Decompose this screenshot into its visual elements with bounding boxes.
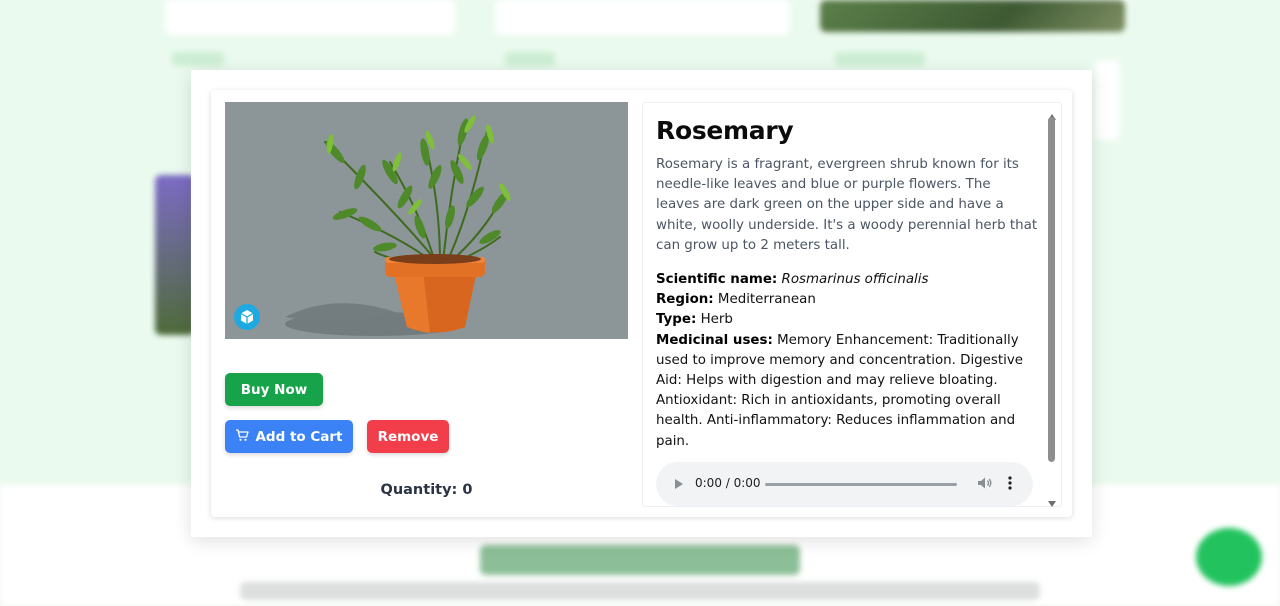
bg-card xyxy=(1095,60,1120,140)
scientific-name-value: Rosmarinus officinalis xyxy=(781,272,929,288)
audio-time: 0:00 / 0:00 xyxy=(695,476,761,490)
type-value: Herb xyxy=(700,312,733,328)
scientific-name-label: Scientific name: xyxy=(656,272,778,288)
3d-viewer-icon[interactable] xyxy=(234,304,260,330)
bg-card xyxy=(495,0,790,35)
buy-now-label: Buy Now xyxy=(240,381,308,398)
medicinal-uses-value: Memory Enhancement: Traditionally used t… xyxy=(656,332,1024,449)
bg-strip xyxy=(835,52,925,66)
cart-icon xyxy=(235,428,250,446)
audio-player[interactable]: 0:00 / 0:00 xyxy=(656,462,1033,506)
bg-heading xyxy=(480,545,800,575)
plant-image[interactable] xyxy=(225,102,628,339)
bg-strip xyxy=(505,52,555,66)
bg-card xyxy=(165,0,455,35)
bg-floating-button[interactable] xyxy=(1196,528,1262,586)
medicinal-uses-row: Medicinal uses: Memory Enhancement: Trad… xyxy=(656,331,1038,452)
plant-description: Rosemary is a fragrant, evergreen shrub … xyxy=(656,157,1038,253)
remove-button[interactable]: Remove xyxy=(367,420,449,453)
plant-info-panel[interactable]: Rosemary Rosemary is a fragrant, evergre… xyxy=(642,102,1062,507)
volume-icon[interactable] xyxy=(977,476,993,493)
region-value: Mediterranean xyxy=(717,292,816,308)
remove-label: Remove xyxy=(377,428,439,445)
scroll-down-arrow-icon[interactable] xyxy=(1048,492,1056,511)
type-label: Type: xyxy=(656,312,697,328)
audio-progress-track[interactable] xyxy=(765,483,957,486)
type-row: Type: Herb xyxy=(656,310,1038,330)
buy-now-button[interactable]: Buy Now xyxy=(225,373,323,406)
add-to-cart-label: Add to Cart xyxy=(255,428,343,445)
plant-title: Rosemary xyxy=(656,116,794,145)
scientific-name-row: Scientific name: Rosmarinus officinalis xyxy=(656,270,1038,290)
region-row: Region: Mediterranean xyxy=(656,290,1038,310)
bg-photo xyxy=(155,175,195,335)
add-to-cart-button[interactable]: Add to Cart xyxy=(225,420,353,453)
bg-subtitle xyxy=(240,582,1040,600)
bg-strip xyxy=(172,52,224,66)
bg-photo xyxy=(820,0,1125,32)
plant-info-content: Rosemary Rosemary is a fragrant, evergre… xyxy=(656,103,1038,452)
info-scrollbar[interactable] xyxy=(1045,104,1059,507)
scroll-thumb[interactable] xyxy=(1048,117,1055,462)
plant-facts: Scientific name: Rosmarinus officinalis … xyxy=(656,270,1038,452)
play-icon[interactable] xyxy=(674,478,684,493)
medicinal-uses-label: Medicinal uses: xyxy=(656,332,773,348)
more-options-icon[interactable] xyxy=(1008,475,1012,494)
quantity-display: Quantity: 0 xyxy=(380,482,473,498)
region-label: Region: xyxy=(656,292,714,308)
